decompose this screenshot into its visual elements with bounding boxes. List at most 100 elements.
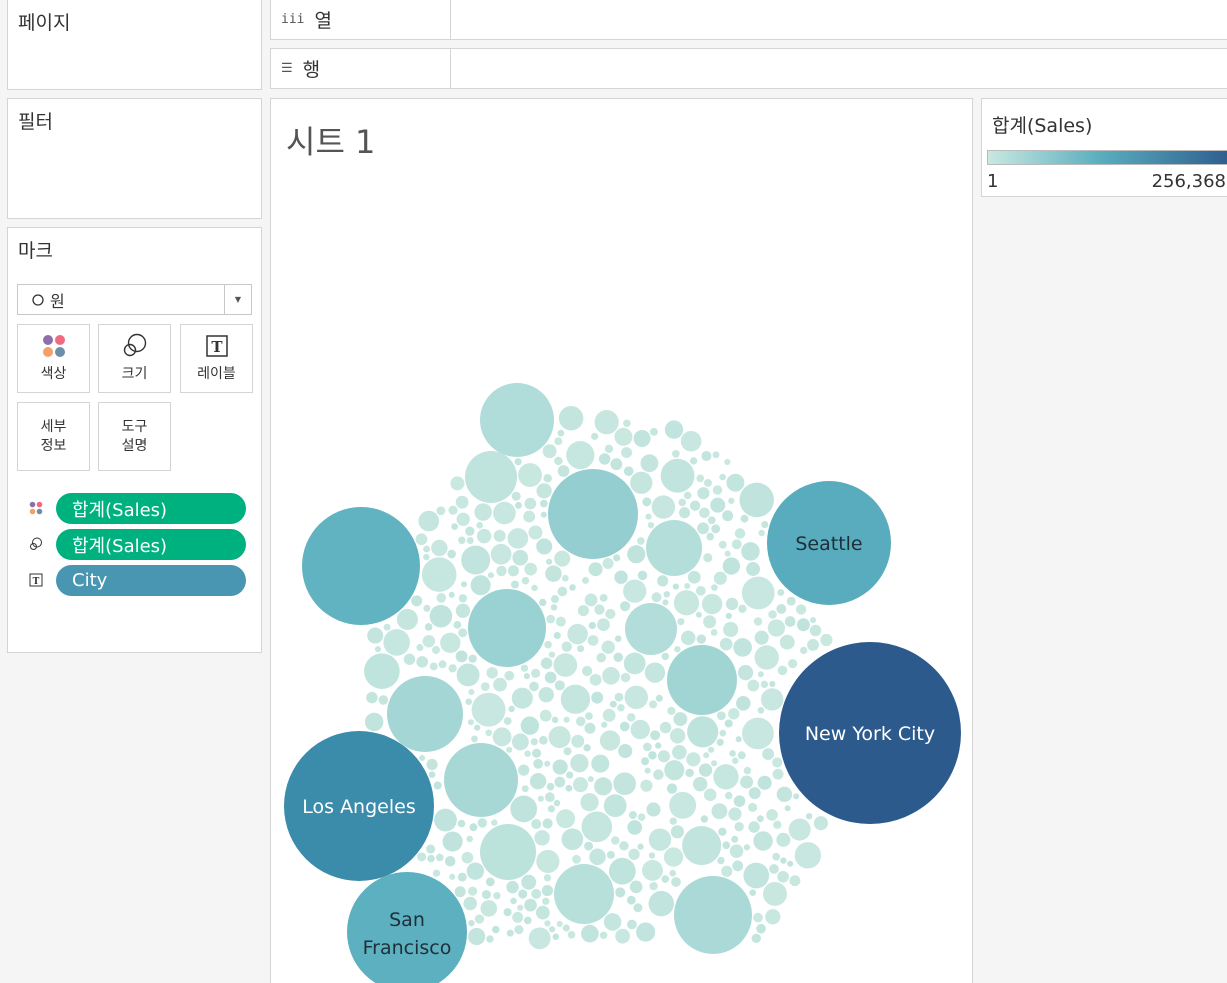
bubble[interactable]	[762, 748, 775, 761]
bubble[interactable]	[546, 782, 555, 791]
size-sales-pill[interactable]: 합계(Sales)	[56, 529, 246, 560]
bubble[interactable]	[733, 795, 746, 808]
bubble[interactable]	[444, 855, 456, 867]
bubble[interactable]	[757, 775, 772, 790]
bubble[interactable]	[674, 646, 681, 653]
bubble[interactable]	[603, 794, 627, 818]
bubble[interactable]	[534, 830, 550, 846]
bubble[interactable]	[613, 772, 636, 796]
bubble[interactable]	[587, 776, 594, 783]
bubble[interactable]	[669, 869, 677, 877]
bubble[interactable]	[553, 632, 561, 640]
bubble[interactable]	[518, 764, 530, 776]
bubble[interactable]	[582, 576, 590, 584]
bubble[interactable]	[724, 550, 731, 557]
bubble[interactable]	[685, 768, 694, 778]
bubble[interactable]	[538, 735, 548, 745]
bubble[interactable]	[813, 816, 828, 831]
bubble[interactable]	[455, 495, 469, 509]
bubble[interactable]	[618, 743, 633, 759]
bubble[interactable]	[423, 604, 431, 612]
bubble[interactable]	[544, 640, 552, 649]
bubble[interactable]	[780, 857, 787, 864]
bubble[interactable]	[453, 621, 462, 629]
bubble[interactable]	[772, 852, 781, 861]
bubble[interactable]	[542, 444, 557, 459]
bubble[interactable]	[713, 764, 739, 790]
bubble[interactable]	[756, 815, 764, 823]
bubble[interactable]	[623, 419, 631, 428]
bubble[interactable]	[427, 854, 435, 863]
bubble[interactable]	[599, 730, 621, 751]
bubble[interactable]	[504, 670, 515, 681]
bubble[interactable]	[779, 634, 795, 650]
bubble[interactable]	[710, 497, 726, 513]
bubble[interactable]	[544, 792, 555, 803]
bubble[interactable]	[747, 679, 760, 692]
bubble[interactable]	[548, 469, 638, 559]
bubble[interactable]	[611, 836, 620, 845]
bubble[interactable]	[531, 584, 538, 592]
bubble[interactable]	[757, 671, 764, 678]
bubble[interactable]	[689, 457, 698, 465]
bubble[interactable]	[760, 680, 769, 689]
bubble[interactable]	[619, 721, 630, 732]
bubble[interactable]	[666, 783, 678, 794]
bubble[interactable]	[613, 652, 624, 663]
bubble[interactable]	[545, 565, 562, 582]
bubble[interactable]	[455, 603, 471, 618]
bubble[interactable]	[748, 787, 761, 800]
bubble[interactable]	[794, 842, 822, 869]
bubble[interactable]	[757, 707, 765, 714]
bubble[interactable]	[655, 694, 663, 702]
bubble[interactable]	[624, 685, 649, 710]
bubble[interactable]	[699, 507, 710, 519]
bubble[interactable]	[451, 523, 459, 530]
bubble[interactable]	[718, 540, 727, 549]
bubble[interactable]	[514, 501, 522, 509]
bubble[interactable]	[518, 463, 542, 487]
bubble[interactable]	[698, 763, 713, 777]
bubble[interactable]	[620, 672, 631, 683]
bubble[interactable]	[560, 684, 591, 714]
bubble[interactable]	[621, 447, 632, 459]
bubble[interactable]	[610, 458, 623, 471]
bubble[interactable]	[417, 852, 427, 862]
bubble[interactable]	[512, 549, 529, 566]
bubble[interactable]	[637, 570, 648, 581]
bubble[interactable]	[664, 760, 685, 781]
bubble[interactable]	[496, 565, 507, 577]
bubble[interactable]	[788, 659, 798, 669]
bubble[interactable]	[444, 743, 518, 817]
bubble[interactable]	[572, 854, 581, 864]
bubble[interactable]	[669, 728, 686, 744]
bubble[interactable]	[630, 719, 650, 740]
bubble[interactable]	[510, 580, 520, 589]
bubble[interactable]	[633, 903, 643, 913]
bubble[interactable]	[531, 818, 542, 830]
bubble[interactable]	[601, 721, 608, 728]
bubble[interactable]	[554, 550, 571, 567]
bubble[interactable]	[653, 769, 664, 780]
bubble[interactable]	[741, 576, 775, 610]
bubble[interactable]	[503, 908, 512, 917]
bubble[interactable]	[733, 638, 752, 657]
bubble[interactable]	[510, 795, 538, 823]
bubble[interactable]	[554, 456, 563, 466]
bubble[interactable]	[523, 672, 530, 680]
bubble[interactable]	[809, 624, 822, 637]
bubble[interactable]	[438, 660, 447, 669]
bubble[interactable]	[628, 848, 640, 860]
bubble[interactable]	[671, 877, 681, 887]
bubble[interactable]	[640, 454, 659, 473]
bubble[interactable]	[531, 888, 542, 899]
bubble[interactable]	[743, 844, 751, 851]
bubble[interactable]	[722, 557, 741, 575]
bubble[interactable]	[493, 891, 501, 900]
bubble[interactable]	[669, 817, 677, 825]
bubble[interactable]	[511, 687, 533, 709]
bubble[interactable]	[696, 634, 707, 644]
bubble[interactable]	[662, 599, 669, 606]
bubble[interactable]	[583, 744, 591, 752]
bubble[interactable]	[424, 623, 433, 631]
